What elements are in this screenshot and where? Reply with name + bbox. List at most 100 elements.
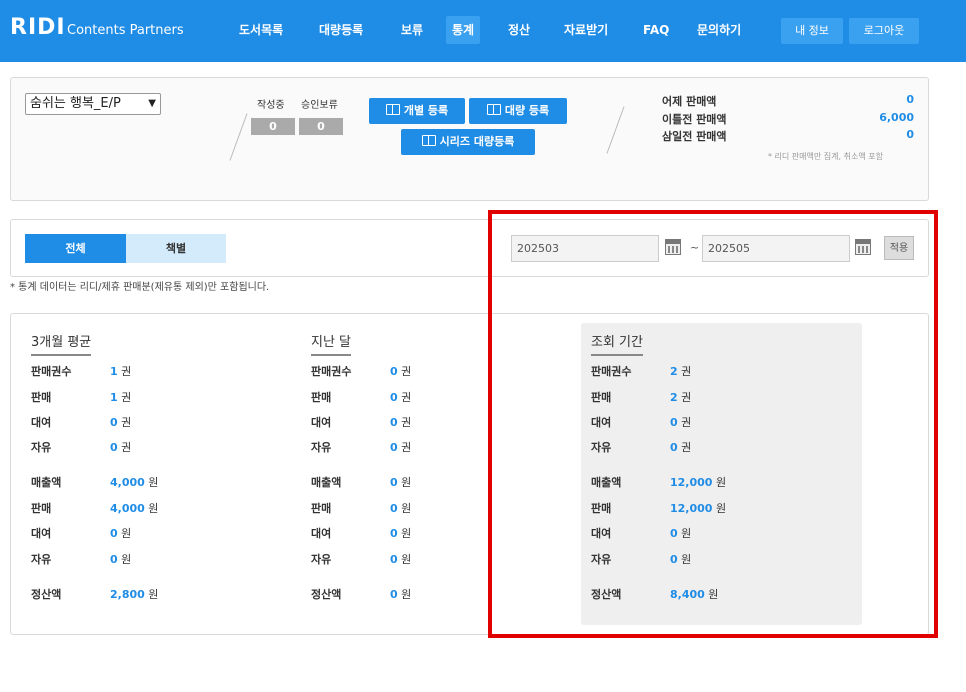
stat-number: 1: [110, 365, 118, 378]
stat-unit: 권: [401, 365, 412, 378]
three-month-average-revenue-label: 매출액: [31, 476, 62, 489]
highlight-box: [488, 210, 938, 638]
stat-unit: 권: [121, 441, 132, 454]
stat-number: 0: [110, 527, 118, 540]
ridi-logo[interactable]: RIDI: [10, 15, 66, 40]
stat-number: 0: [390, 588, 398, 601]
logout-button[interactable]: 로그아웃: [849, 18, 919, 44]
three-month-average-sale_count-label: 판매: [31, 391, 52, 404]
bulk-register-label: 대량 등록: [504, 104, 550, 117]
tab-all[interactable]: 전체: [25, 234, 126, 263]
stat-number: 2,800: [110, 588, 145, 601]
writing-count[interactable]: 0: [251, 118, 295, 135]
nav-bulk-register[interactable]: 대량등록: [313, 16, 369, 44]
last-month-free_count-value: 0 권: [390, 439, 411, 455]
last-month-settlement-value: 0 원: [390, 586, 411, 602]
stat-number: 0: [110, 416, 118, 429]
last-month-sale_count-label: 판매: [311, 391, 332, 404]
three-month-average-free_count-label: 자유: [31, 441, 52, 454]
series-register-button[interactable]: 시리즈 대량등록: [401, 129, 535, 155]
last-month-rent_amount-label: 대여: [311, 527, 332, 540]
stat-unit: 권: [121, 365, 132, 378]
three-month-average-free_amount-label: 자유: [31, 553, 52, 566]
three-month-average-free_count-value: 0 권: [110, 439, 131, 455]
nav-book-list[interactable]: 도서목록: [233, 16, 289, 44]
nav-faq[interactable]: FAQ: [637, 16, 675, 44]
last-month-revenue-label: 매출액: [311, 476, 342, 489]
book-select[interactable]: 숨쉬는 행복_E/P ▼: [25, 93, 161, 115]
stat-unit: 권: [401, 441, 412, 454]
tab-by-book[interactable]: 책별: [126, 234, 226, 263]
single-register-label: 개별 등록: [403, 104, 449, 117]
last-month-settlement-label: 정산액: [311, 588, 342, 601]
stats-notice: * 통계 데이터는 리디/제휴 판매분(제유통 제외)만 포함됩니다.: [10, 282, 270, 293]
book-icon: [486, 104, 501, 115]
last-month-revenue-value: 0 원: [390, 474, 411, 490]
sales-3days-value: 0: [906, 128, 914, 141]
nav-downloads[interactable]: 자료받기: [558, 16, 614, 44]
nav-statistics[interactable]: 통계: [446, 16, 481, 44]
stat-unit: 원: [148, 502, 159, 515]
three-month-average-sold_count-value: 1 권: [110, 363, 131, 379]
three-month-average-rent_count-label: 대여: [31, 416, 52, 429]
nav-inquiry[interactable]: 문의하기: [691, 16, 747, 44]
last-month-rent_amount-value: 0 원: [390, 525, 411, 541]
book-icon: [421, 135, 436, 146]
stat-unit: 원: [401, 502, 412, 515]
three-month-average-rent_count-value: 0 권: [110, 414, 131, 430]
three-month-average-rent_amount-label: 대여: [31, 527, 52, 540]
stat-unit: 원: [121, 553, 132, 566]
pending-count[interactable]: 0: [299, 118, 343, 135]
three-month-average-free_amount-value: 0 원: [110, 551, 131, 567]
last-month-free_amount-label: 자유: [311, 553, 332, 566]
stat-number: 4,000: [110, 502, 145, 515]
last-month-sold_count-value: 0 권: [390, 363, 411, 379]
stat-number: 0: [390, 365, 398, 378]
last-month-rent_count-value: 0 권: [390, 414, 411, 430]
stat-number: 1: [110, 391, 118, 404]
stat-unit: 원: [148, 476, 159, 489]
stat-unit: 권: [401, 416, 412, 429]
stat-number: 0: [390, 441, 398, 454]
logo-subtitle: Contents Partners: [67, 23, 184, 38]
three-month-average-sale_amount-value: 4,000 원: [110, 500, 158, 516]
stat-unit: 원: [148, 588, 159, 601]
stat-unit: 원: [121, 527, 132, 540]
my-info-button[interactable]: 내 정보: [781, 18, 843, 44]
bulk-register-button[interactable]: 대량 등록: [469, 98, 567, 124]
last-month-free_count-label: 자유: [311, 441, 332, 454]
stat-number: 0: [390, 502, 398, 515]
three-month-average-rent_amount-value: 0 원: [110, 525, 131, 541]
stat-number: 0: [390, 416, 398, 429]
three-month-average-sale_amount-label: 판매: [31, 502, 52, 515]
sales-yesterday-value: 0: [906, 93, 914, 106]
sales-yesterday-label: 어제 판매액: [662, 95, 717, 108]
three-month-average-settlement-label: 정산액: [31, 588, 62, 601]
last-month-sold_count-label: 판매권수: [311, 365, 352, 378]
series-register-label: 시리즈 대량등록: [439, 135, 515, 148]
last-month-sale_count-value: 0 권: [390, 389, 411, 405]
stat-number: 0: [110, 553, 118, 566]
sales-note: * 리디 판매액만 집계, 취소액 포함: [768, 152, 883, 161]
last-month-free_amount-value: 0 원: [390, 551, 411, 567]
stat-number: 0: [390, 476, 398, 489]
last-month-sale_amount-value: 0 원: [390, 500, 411, 516]
stat-unit: 원: [401, 588, 412, 601]
stat-number: 0: [390, 527, 398, 540]
book-select-value: 숨쉬는 행복_E/P: [30, 96, 121, 111]
three-month-average-sold_count-label: 판매권수: [31, 365, 72, 378]
stat-unit: 권: [121, 416, 132, 429]
stat-number: 0: [390, 391, 398, 404]
chevron-down-icon: ▼: [148, 98, 156, 109]
nav-hold[interactable]: 보류: [395, 16, 429, 44]
stat-unit: 원: [401, 553, 412, 566]
sales-2days-label: 이틀전 판매액: [662, 113, 727, 126]
stat-unit: 권: [121, 391, 132, 404]
sales-3days-label: 삼일전 판매액: [662, 130, 727, 143]
nav-settlement[interactable]: 정산: [502, 16, 536, 44]
last-month-sale_amount-label: 판매: [311, 502, 332, 515]
three-month-average-title: 3개월 평균: [31, 331, 92, 356]
three-month-average-settlement-value: 2,800 원: [110, 586, 158, 602]
single-register-button[interactable]: 개별 등록: [369, 98, 465, 124]
book-icon: [385, 104, 400, 115]
